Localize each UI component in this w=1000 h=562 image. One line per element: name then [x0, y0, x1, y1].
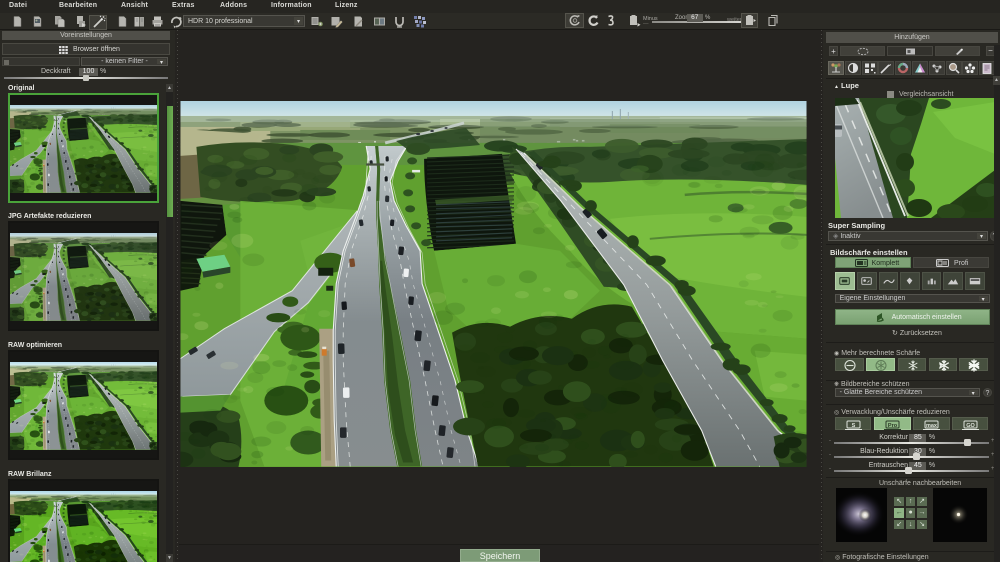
svg-text:GO: GO	[966, 423, 975, 429]
svg-text:Pro: Pro	[888, 423, 898, 429]
svg-text:S: S	[851, 423, 855, 429]
svg-text:max: max	[926, 423, 938, 429]
